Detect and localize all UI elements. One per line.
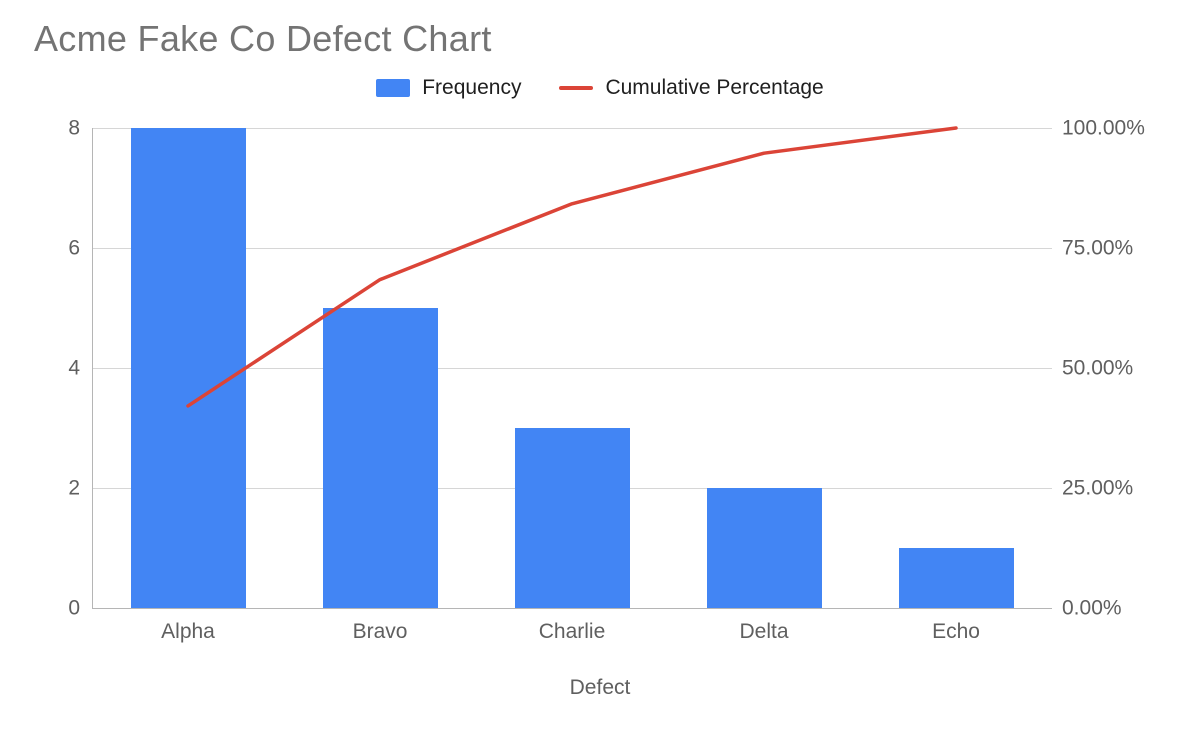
x-axis-title: Defect xyxy=(0,676,1200,700)
x-label-alpha: Alpha xyxy=(161,620,215,644)
x-axis-line xyxy=(92,608,1052,609)
cumulative-line xyxy=(92,128,1052,608)
y-axis-line xyxy=(92,128,93,609)
y-left-tick-4: 8 xyxy=(20,118,80,139)
y-left-tick-1: 2 xyxy=(20,478,80,499)
legend-item-cumulative: Cumulative Percentage xyxy=(559,76,823,100)
bar-swatch-icon xyxy=(376,79,410,97)
y-right-tick-4: 100.00% xyxy=(1062,118,1145,139)
legend-label-frequency: Frequency xyxy=(422,76,521,100)
plot-area xyxy=(92,128,1052,608)
x-label-charlie: Charlie xyxy=(539,620,606,644)
y-right-tick-3: 75.00% xyxy=(1062,238,1133,259)
legend-label-cumulative: Cumulative Percentage xyxy=(605,76,823,100)
x-label-delta: Delta xyxy=(739,620,788,644)
legend-item-frequency: Frequency xyxy=(376,76,521,100)
legend: Frequency Cumulative Percentage xyxy=(0,76,1200,100)
y-right-tick-0: 0.00% xyxy=(1062,598,1122,619)
y-left-tick-0: 0 xyxy=(20,598,80,619)
y-left-tick-3: 6 xyxy=(20,238,80,259)
y-right-tick-2: 50.00% xyxy=(1062,358,1133,379)
line-swatch-icon xyxy=(559,86,593,90)
y-left-tick-2: 4 xyxy=(20,358,80,379)
y-right-tick-1: 25.00% xyxy=(1062,478,1133,499)
x-label-bravo: Bravo xyxy=(353,620,408,644)
x-label-echo: Echo xyxy=(932,620,980,644)
chart-title: Acme Fake Co Defect Chart xyxy=(34,18,492,60)
